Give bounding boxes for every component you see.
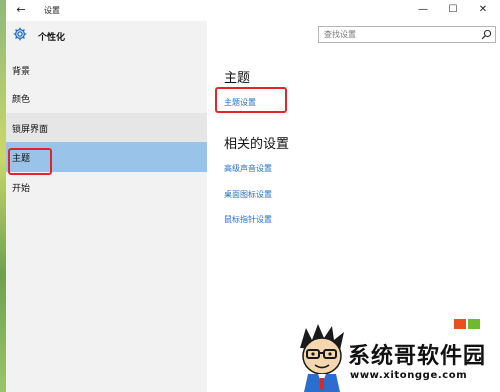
settings-window: ← 设置 — ☐ ✕ 个性化 背景 颜色 锁屏界面 主题 开始 查找设置 主题 … bbox=[6, 0, 500, 392]
theme-section-title: 主题 bbox=[224, 71, 251, 86]
highlight-box-theme-settings bbox=[215, 87, 287, 113]
advanced-sound-settings-link[interactable]: 高级声音设置 bbox=[224, 163, 272, 174]
sidebar-item-background[interactable]: 背景 bbox=[6, 55, 207, 85]
window-title: 设置 bbox=[44, 6, 60, 15]
search-input[interactable] bbox=[319, 27, 479, 42]
watermark: 系统哥软件园 www.xitongge.com bbox=[294, 318, 500, 392]
desktop-icon-settings-link[interactable]: 桌面图标设置 bbox=[224, 189, 272, 200]
back-button[interactable]: ← bbox=[14, 3, 28, 17]
logo-color-squares bbox=[454, 319, 480, 329]
sidebar-title: 个性化 bbox=[38, 33, 66, 43]
related-settings-title: 相关的设置 bbox=[224, 137, 290, 152]
sidebar-item-label: 开始 bbox=[12, 184, 31, 194]
sidebar: 个性化 背景 颜色 锁屏界面 主题 开始 bbox=[6, 21, 207, 392]
minimize-button[interactable]: — bbox=[409, 0, 437, 20]
search-icon[interactable] bbox=[481, 29, 492, 40]
search-box[interactable] bbox=[318, 26, 496, 43]
watermark-url: www.xitongge.com bbox=[350, 370, 468, 381]
sidebar-item-label: 背景 bbox=[12, 67, 31, 77]
sidebar-item-lock-screen[interactable]: 锁屏界面 bbox=[6, 113, 207, 143]
cartoon-mascot-logo bbox=[300, 324, 344, 392]
close-button[interactable]: ✕ bbox=[469, 0, 497, 20]
title-bar: ← 设置 — ☐ ✕ bbox=[6, 0, 500, 21]
maximize-button[interactable]: ☐ bbox=[439, 0, 467, 20]
sidebar-item-label: 锁屏界面 bbox=[12, 125, 49, 135]
sidebar-item-colors[interactable]: 颜色 bbox=[6, 83, 207, 113]
gear-icon bbox=[13, 27, 27, 41]
highlight-box-themes-nav bbox=[8, 148, 52, 175]
sidebar-item-start[interactable]: 开始 bbox=[6, 172, 207, 202]
sidebar-header: 个性化 bbox=[6, 23, 207, 49]
mouse-pointer-settings-link[interactable]: 鼠标指针设置 bbox=[224, 214, 272, 225]
watermark-name: 系统哥软件园 bbox=[348, 344, 487, 369]
sidebar-item-label: 颜色 bbox=[12, 95, 31, 105]
